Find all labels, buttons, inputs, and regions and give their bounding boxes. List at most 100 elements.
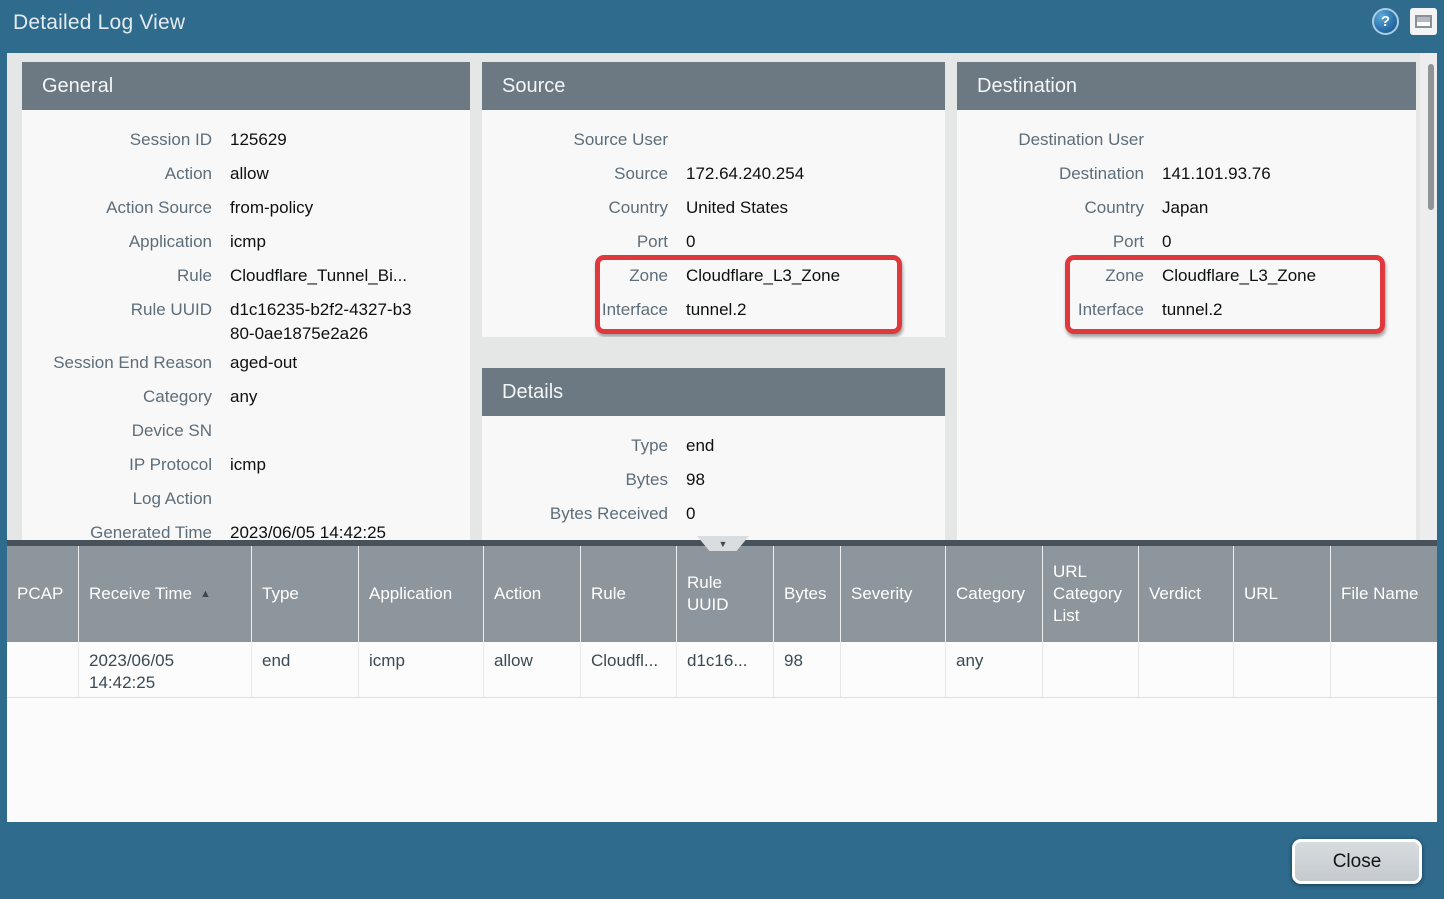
field-value: any [230,385,470,414]
cell-url [1234,642,1331,697]
field-label: Action [22,162,230,191]
chevron-down-icon: ▼ [719,539,728,549]
cell-rule-uuid: d1c16... [677,642,774,697]
col-header-url[interactable]: URL [1234,546,1331,642]
field-label: Bytes [482,468,686,497]
field-row-category: Category any [22,380,470,414]
col-header-category[interactable]: Category [946,546,1043,642]
field-value: from-policy [230,196,470,225]
col-header-severity[interactable]: Severity [841,546,946,642]
col-header-label: Bytes [784,583,827,605]
cell-verdict [1139,642,1234,697]
col-header-label: Application [369,583,452,605]
field-row-log-action: Log Action [22,482,470,516]
dialog-titlebar: Detailed Log View ? [0,0,1444,46]
field-label: Interface [482,298,686,327]
field-row-ip-protocol: IP Protocol icmp [22,448,470,482]
vertical-scrollbar-track[interactable] [1420,53,1437,540]
field-value: 172.64.240.254 [686,162,945,191]
col-header-type[interactable]: Type [252,546,359,642]
field-row-type: Type end [482,429,945,463]
field-row-destination-interface: Interface tunnel.2 [957,293,1416,327]
log-table-empty-area [7,698,1437,822]
maximize-window-icon[interactable] [1410,8,1437,35]
help-icon[interactable]: ? [1372,8,1399,35]
col-header-url-category-list[interactable]: URL Category List [1043,546,1139,642]
field-value: tunnel.2 [1162,298,1416,327]
field-value: United States [686,196,945,225]
cell-application: icmp [359,642,484,697]
field-label: Source [482,162,686,191]
field-label: Session ID [22,128,230,157]
col-header-application[interactable]: Application [359,546,484,642]
cell-action: allow [484,642,581,697]
field-row-application: Application icmp [22,225,470,259]
log-table-row[interactable]: 2023/06/05 14:42:25 end icmp allow Cloud… [7,642,1437,698]
field-value: allow [230,162,470,191]
destination-panel-title: Destination [957,62,1416,110]
general-panel-body: Session ID 125629 Action allow Action So… [22,110,470,540]
field-label: Type [482,434,686,463]
field-row-rule: Rule Cloudflare_Tunnel_Bi... [22,259,470,293]
field-row-rule-uuid: Rule UUID d1c16235-b2f2-4327-b380-0ae187… [22,293,470,346]
cell-rule: Cloudfl... [581,642,677,697]
col-header-label: Severity [851,583,912,605]
field-row-source: Source 172.64.240.254 [482,157,945,191]
field-label: Country [482,196,686,225]
cell-bytes: 98 [774,642,841,697]
field-value: tunnel.2 [686,298,945,327]
field-row-action-source: Action Source from-policy [22,191,470,225]
cell-receive-time: 2023/06/05 14:42:25 [79,642,252,697]
field-row-bytes-received: Bytes Received 0 [482,497,945,531]
field-value: 98 [686,468,945,497]
field-label: Log Action [22,487,230,516]
col-header-rule-uuid[interactable]: Rule UUID [677,546,774,642]
field-value: d1c16235-b2f2-4327-b380-0ae1875e2a26 [230,298,430,346]
vertical-scrollbar-thumb[interactable] [1428,64,1434,210]
col-header-label: Category [956,583,1025,605]
col-header-bytes[interactable]: Bytes [774,546,841,642]
col-header-verdict[interactable]: Verdict [1139,546,1234,642]
field-label: Interface [957,298,1162,327]
field-value: 0 [1162,230,1416,259]
field-value [230,487,470,516]
field-label: Action Source [22,196,230,225]
field-row-device-sn: Device SN [22,414,470,448]
col-header-rule[interactable]: Rule [581,546,677,642]
field-label: Source User [482,128,686,157]
field-label: Bytes Received [482,502,686,531]
dialog-content: General Session ID 125629 Action allow A… [7,53,1437,822]
field-row-bytes: Bytes 98 [482,463,945,497]
col-header-pcap[interactable]: PCAP [7,546,79,642]
col-header-label: URL [1244,583,1278,605]
destination-panel-body: Destination User Destination 141.101.93.… [957,110,1416,327]
log-table-header: PCAP Receive Time ▲ Type Application Acti… [7,546,1437,642]
field-row-destination: Destination 141.101.93.76 [957,157,1416,191]
field-row-source-port: Port 0 [482,225,945,259]
col-header-file-name[interactable]: File Name [1331,546,1435,642]
details-panel: Details Type end Bytes 98 Bytes Received… [482,368,945,540]
source-panel: Source Source User Source 172.64.240.254… [482,62,945,337]
cell-type: end [252,642,359,697]
cell-category: any [946,642,1043,697]
col-header-label: Receive Time [89,583,192,605]
field-value: 141.101.93.76 [1162,162,1416,191]
field-row-destination-port: Port 0 [957,225,1416,259]
dialog-title: Detailed Log View [13,0,185,46]
close-button[interactable]: Close [1292,839,1422,884]
details-panel-title: Details [482,368,945,416]
log-table: PCAP Receive Time ▲ Type Application Acti… [7,540,1437,822]
col-header-action[interactable]: Action [484,546,581,642]
col-header-label: PCAP [17,583,63,605]
cell-url-category-list [1043,642,1139,697]
sort-ascending-icon: ▲ [200,583,211,605]
field-value: 0 [686,502,945,531]
col-header-receive-time[interactable]: Receive Time ▲ [79,546,252,642]
cell-severity [841,642,946,697]
field-row-action: Action allow [22,157,470,191]
field-row-source-user: Source User [482,123,945,157]
field-label: Port [957,230,1162,259]
field-value: end [686,434,945,463]
col-header-label: URL Category List [1053,561,1128,627]
col-header-label: Rule [591,583,626,605]
